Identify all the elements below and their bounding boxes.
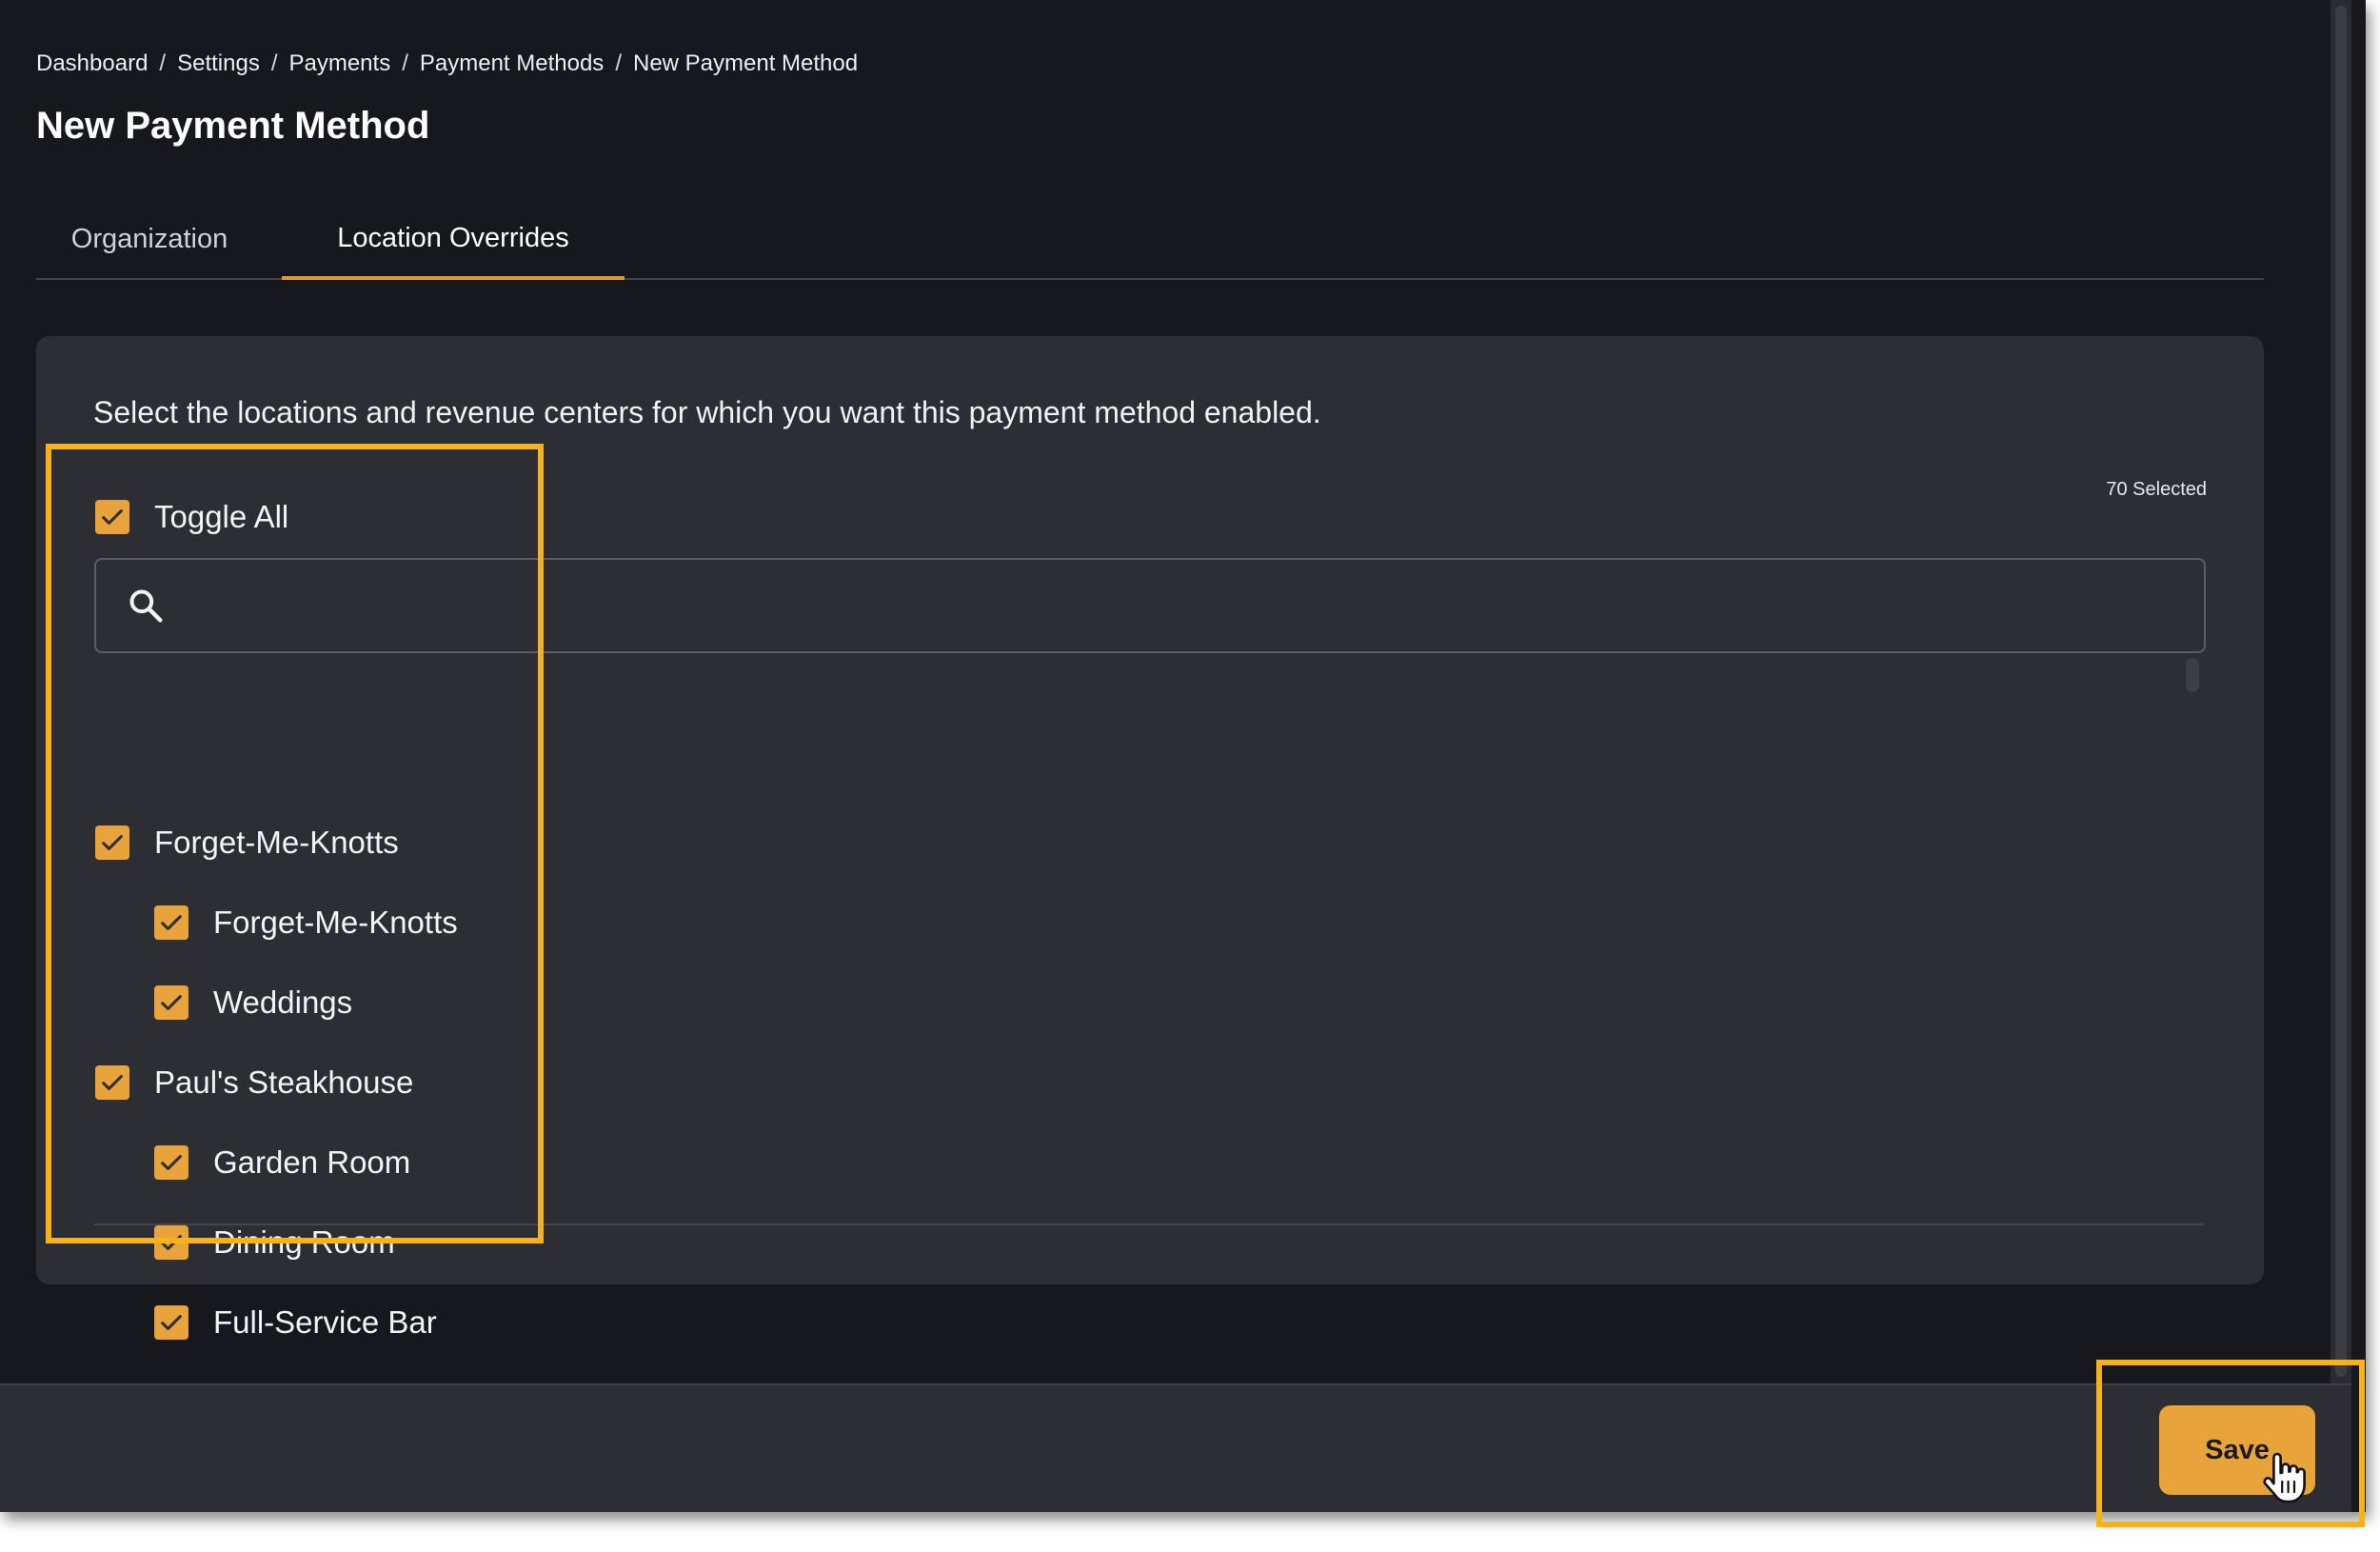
revenue-center-row[interactable]: Forget-Me-Knotts	[154, 902, 458, 944]
location-checkbox[interactable]	[95, 826, 129, 860]
revenue-center-row[interactable]: Full-Service Bar	[154, 1302, 437, 1343]
check-icon	[161, 1155, 182, 1170]
check-icon	[161, 915, 182, 930]
tab-bar: Organization Location Overrides	[36, 200, 2264, 280]
toggle-all-label: Toggle All	[154, 499, 289, 534]
revenue-center-label: Forget-Me-Knotts	[213, 905, 458, 940]
check-icon	[102, 835, 123, 850]
breadcrumb-separator: /	[270, 50, 278, 76]
revenue-center-checkbox[interactable]	[154, 985, 188, 1020]
action-footer	[0, 1383, 2351, 1512]
location-row[interactable]: Paul's Steakhouse	[95, 1062, 413, 1104]
app-window: Dashboard / Settings / Payments / Paymen…	[0, 0, 2366, 1512]
tab-location-overrides[interactable]: Location Overrides	[282, 200, 625, 280]
revenue-center-label: Weddings	[213, 985, 353, 1020]
revenue-center-row[interactable]: Garden Room	[154, 1142, 410, 1184]
check-icon	[102, 509, 123, 525]
list-divider	[94, 1224, 2204, 1225]
page-scrollbar-thumb[interactable]	[2335, 6, 2347, 1377]
location-search	[94, 558, 2206, 653]
check-icon	[102, 1075, 123, 1090]
revenue-center-row[interactable]: Weddings	[154, 982, 352, 1024]
breadcrumb-dashboard[interactable]: Dashboard	[36, 50, 148, 77]
breadcrumb: Dashboard / Settings / Payments / Paymen…	[36, 48, 858, 80]
breadcrumb-current: New Payment Method	[632, 50, 859, 76]
breadcrumb-settings[interactable]: Settings	[177, 50, 260, 77]
breadcrumb-separator: /	[615, 50, 622, 76]
hand-cursor-icon	[2263, 1452, 2306, 1503]
instructions-text: Select the locations and revenue centers…	[93, 395, 1321, 429]
revenue-center-checkbox[interactable]	[154, 1305, 188, 1340]
location-label: Paul's Steakhouse	[154, 1065, 414, 1100]
toggle-all-row[interactable]: Toggle All	[95, 496, 288, 538]
page-title: New Payment Method	[36, 105, 430, 147]
breadcrumb-payments[interactable]: Payments	[288, 50, 390, 77]
toggle-all-checkbox[interactable]	[95, 500, 129, 534]
location-checkbox[interactable]	[95, 1065, 129, 1100]
list-scrollbar-thumb[interactable]	[2186, 658, 2199, 692]
check-icon	[161, 1315, 182, 1330]
tab-organization[interactable]: Organization	[36, 200, 263, 278]
revenue-center-checkbox[interactable]	[154, 905, 188, 940]
breadcrumb-separator: /	[159, 50, 167, 76]
check-icon	[161, 1235, 182, 1250]
breadcrumb-separator: /	[402, 50, 408, 76]
search-input[interactable]	[191, 573, 2175, 638]
location-row[interactable]: Forget-Me-Knotts	[95, 822, 399, 864]
breadcrumb-payment-methods[interactable]: Payment Methods	[420, 50, 604, 77]
revenue-center-checkbox[interactable]	[154, 1225, 188, 1260]
selected-count: 70 Selected	[2106, 479, 2207, 500]
revenue-center-checkbox[interactable]	[154, 1145, 188, 1180]
search-icon	[129, 589, 163, 623]
revenue-center-label: Full-Service Bar	[213, 1304, 437, 1340]
revenue-center-row[interactable]: Dining Room	[154, 1222, 395, 1263]
location-label: Forget-Me-Knotts	[154, 825, 399, 860]
location-overrides-panel: Select the locations and revenue centers…	[36, 336, 2264, 1340]
revenue-center-label: Garden Room	[213, 1144, 411, 1180]
revenue-center-label: Dining Room	[213, 1224, 395, 1260]
check-icon	[161, 995, 182, 1010]
